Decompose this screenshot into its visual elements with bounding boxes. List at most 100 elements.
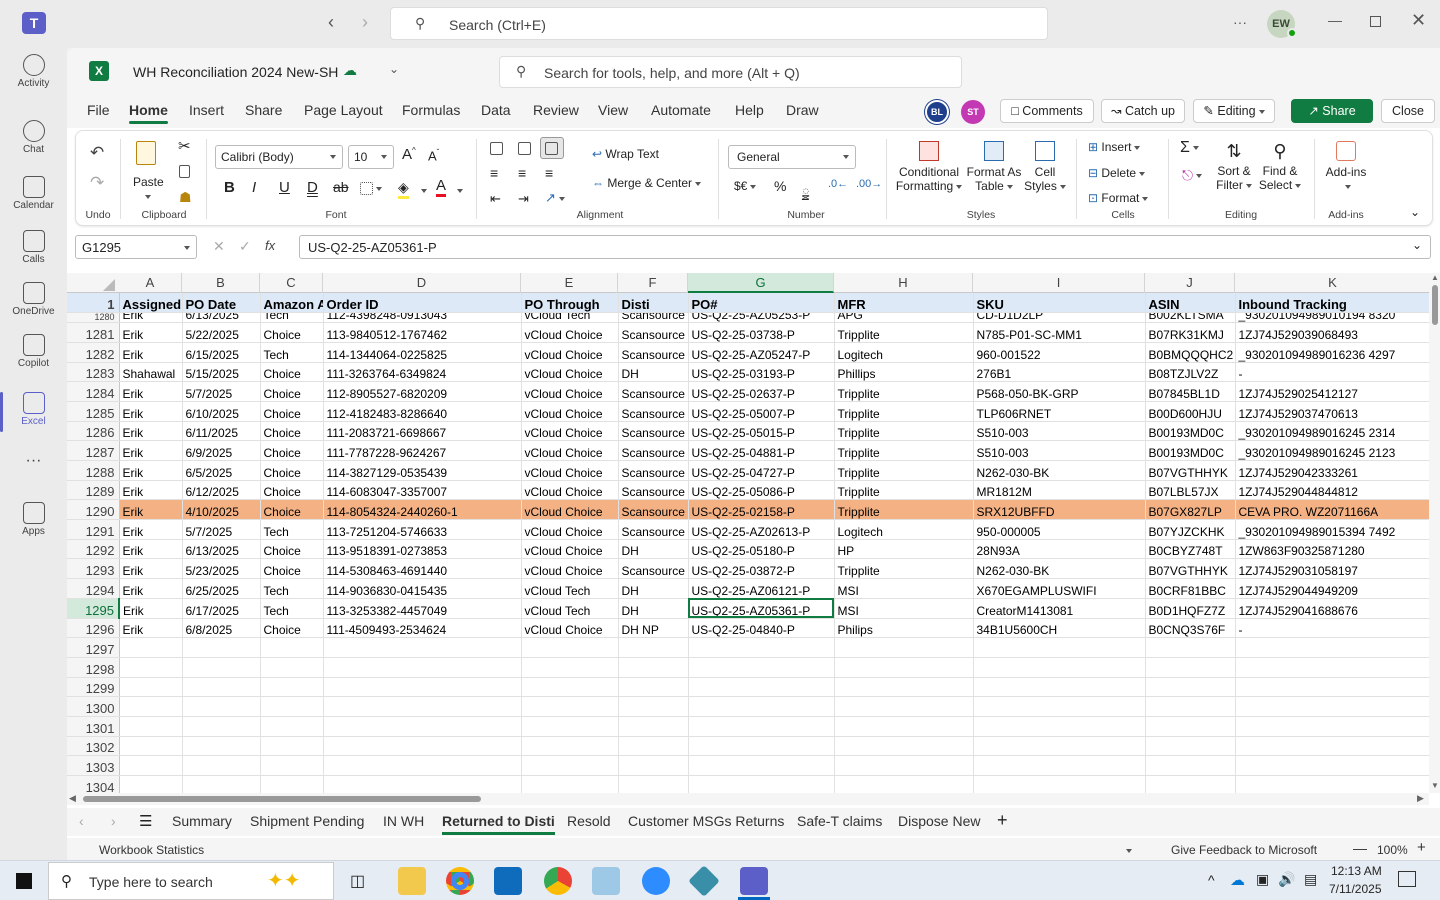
cell-f[interactable]: Scansource xyxy=(618,381,689,402)
cell-j[interactable]: B0BMQQQHC2 xyxy=(1145,342,1236,363)
cell-g[interactable]: US-Q2-25-05180-P xyxy=(688,539,835,560)
column-header-b[interactable]: B xyxy=(182,273,260,293)
cell-h[interactable]: Tripplite xyxy=(834,322,974,343)
cell-a[interactable]: Erik xyxy=(119,421,183,442)
cell-e[interactable] xyxy=(521,696,619,717)
workbook-statistics[interactable]: Workbook Statistics xyxy=(99,843,204,857)
cell-g[interactable]: US-Q2-25-04881-P xyxy=(688,440,835,461)
cell-j[interactable]: B07VGTHHYK xyxy=(1145,558,1236,580)
column-header-a[interactable]: A xyxy=(119,273,182,293)
cell-h[interactable]: Tripplite xyxy=(834,421,974,442)
cell-b[interactable] xyxy=(182,637,261,658)
cell-j[interactable] xyxy=(1145,677,1236,698)
cell-g[interactable]: US-Q2-25-AZ06121-P xyxy=(688,578,835,599)
row-header[interactable]: 1 xyxy=(67,293,120,314)
row-header[interactable]: 1295 xyxy=(67,598,120,619)
sheet-tab-resold[interactable]: Resold xyxy=(567,813,611,829)
cell-a[interactable] xyxy=(119,637,183,658)
cell-h[interactable]: MSI xyxy=(834,598,974,619)
merge-center-button[interactable]: ⇔ Merge & Center xyxy=(592,176,702,190)
cell-b[interactable]: 6/8/2025 xyxy=(182,618,261,639)
cell-d[interactable]: 113-7251204-5746633 xyxy=(323,519,522,540)
cell-b[interactable]: 6/12/2025 xyxy=(182,480,261,501)
app2-icon[interactable] xyxy=(688,865,720,897)
cell-f[interactable]: DH xyxy=(618,539,689,560)
copy-icon[interactable] xyxy=(179,164,190,179)
rail-item-9[interactable]: Apps xyxy=(0,496,67,550)
cell-i[interactable]: N785-P01-SC-MM1 xyxy=(973,322,1146,343)
cell-f[interactable]: Disti xyxy=(618,293,689,314)
cell-g[interactable]: US-Q2-25-AZ05247-P xyxy=(688,342,835,363)
tab-draw[interactable]: Draw xyxy=(786,102,819,118)
cell-k[interactable]: _930201094989016245 2314 xyxy=(1235,421,1429,442)
teams-search-box[interactable]: ⚲ Search (Ctrl+E) xyxy=(390,7,1048,40)
cell-g[interactable] xyxy=(688,657,835,678)
cell-b[interactable]: 6/13/2025 xyxy=(182,312,261,324)
row-header[interactable]: 1283 xyxy=(67,362,120,383)
row-header[interactable]: 1290 xyxy=(67,499,120,521)
tab-page-layout[interactable]: Page Layout xyxy=(304,102,383,118)
cell-e[interactable] xyxy=(521,775,619,793)
cell-a[interactable] xyxy=(119,775,183,793)
fill-color-dropdown-icon[interactable] xyxy=(418,183,427,197)
cell-j[interactable]: B00193MD0C xyxy=(1145,440,1236,461)
restore-icon[interactable] xyxy=(1370,16,1381,27)
cell-e[interactable] xyxy=(521,716,619,737)
cell-j[interactable]: B07YJZCKHK xyxy=(1145,519,1236,540)
row-header[interactable]: 1280 xyxy=(67,312,120,324)
paste-dropdown-icon[interactable] xyxy=(142,189,151,203)
teams-taskbar-icon[interactable] xyxy=(740,867,768,895)
column-header-h[interactable]: H xyxy=(834,273,973,293)
percent-style-icon[interactable]: % xyxy=(774,178,786,194)
row-header[interactable]: 1296 xyxy=(67,618,120,639)
tab-insert[interactable]: Insert xyxy=(189,102,224,118)
cell-c[interactable]: Tech xyxy=(260,519,324,540)
paste-button[interactable]: Paste xyxy=(133,175,164,189)
zoom-in-icon[interactable]: + xyxy=(1417,839,1426,856)
cell-b[interactable]: 5/23/2025 xyxy=(182,558,261,580)
cell-h[interactable]: Phillips xyxy=(834,362,974,383)
cell-c[interactable]: Choice xyxy=(260,421,324,442)
cell-f[interactable]: DH xyxy=(618,578,689,599)
cell-i[interactable] xyxy=(973,657,1146,678)
cell-b[interactable]: PO Date xyxy=(182,293,261,314)
cell-f[interactable]: Scansource xyxy=(618,401,689,422)
cell-k[interactable]: 1ZJ74J529037470613 xyxy=(1235,401,1429,422)
cell-styles-button[interactable]: Cell Styles xyxy=(1022,141,1068,193)
align-right-icon[interactable]: ≡ xyxy=(545,165,553,181)
cell-f[interactable]: DH xyxy=(618,362,689,383)
cell-c[interactable] xyxy=(260,677,324,698)
cell-d[interactable]: 111-2083721-6698667 xyxy=(323,421,522,442)
cell-j[interactable]: B07LBL57JX xyxy=(1145,480,1236,501)
row-header[interactable]: 1285 xyxy=(67,401,120,422)
collaborator-avatar-bl[interactable]: BL xyxy=(925,100,949,124)
cell-c[interactable]: Choice xyxy=(260,558,324,580)
cell-d[interactable]: 114-1344064-0225825 xyxy=(323,342,522,363)
close-window-icon[interactable]: ✕ xyxy=(1411,10,1426,31)
cell-d[interactable] xyxy=(323,696,522,717)
cell-c[interactable]: Choice xyxy=(260,618,324,639)
cell-d[interactable]: 112-4398248-0913043 xyxy=(323,312,522,324)
cell-k[interactable] xyxy=(1235,696,1429,717)
cell-a[interactable]: Erik xyxy=(119,322,183,343)
cell-d[interactable] xyxy=(323,775,522,793)
cell-i[interactable]: N262-030-BK xyxy=(973,558,1146,580)
cell-c[interactable]: Choice xyxy=(260,499,324,521)
cell-i[interactable] xyxy=(973,637,1146,658)
scroll-right-icon[interactable]: ▶ xyxy=(1417,793,1424,804)
cell-f[interactable] xyxy=(618,637,689,658)
cell-c[interactable] xyxy=(260,755,324,776)
file-options-chevron-icon[interactable]: ⌄ xyxy=(389,62,399,76)
sheet-tab-safe-t-claims[interactable]: Safe-T claims xyxy=(797,813,882,829)
cell-e[interactable] xyxy=(521,755,619,776)
cell-c[interactable]: Choice xyxy=(260,401,324,422)
font-color-dropdown-icon[interactable] xyxy=(454,183,463,197)
tray-chevron-icon[interactable]: ^ xyxy=(1208,872,1215,888)
notifications-icon[interactable] xyxy=(1398,871,1416,887)
column-header-k[interactable]: K xyxy=(1235,273,1431,293)
redo-icon[interactable]: ↷ xyxy=(90,173,104,193)
cell-d[interactable]: Order ID xyxy=(323,293,522,314)
cell-b[interactable]: 5/15/2025 xyxy=(182,362,261,383)
cell-a[interactable] xyxy=(119,657,183,678)
cell-d[interactable]: 114-6083047-3357007 xyxy=(323,480,522,501)
